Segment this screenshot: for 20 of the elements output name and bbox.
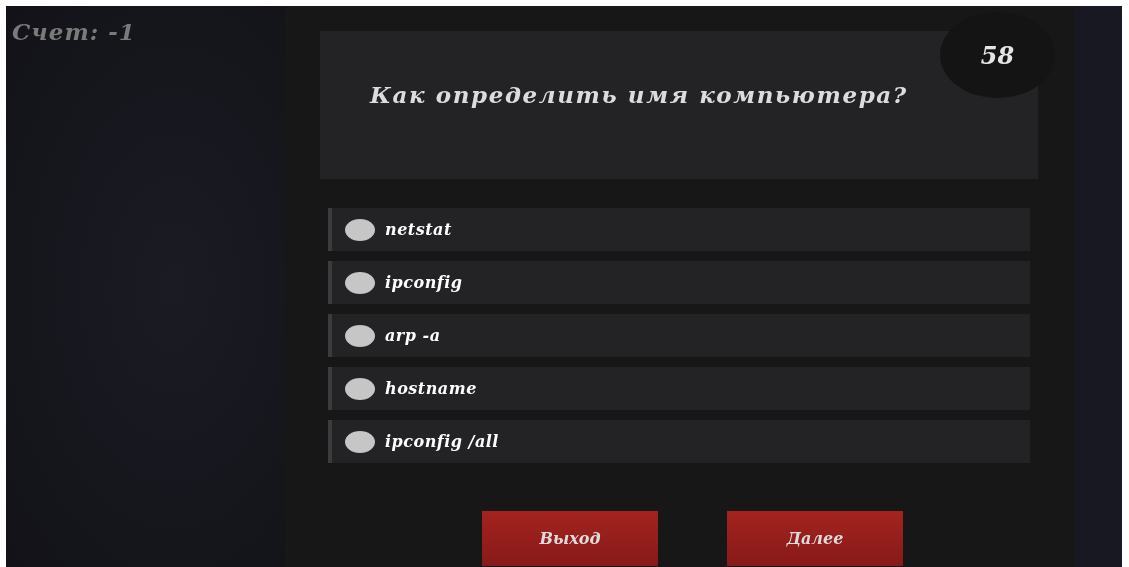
radio-button[interactable] — [345, 377, 375, 400]
radio-button[interactable] — [345, 271, 375, 294]
timer-badge: 58 — [940, 12, 1055, 98]
answer-option[interactable]: hostname — [328, 367, 1030, 410]
radio-button[interactable] — [345, 324, 375, 347]
question-text: Как определить имя компьютера? — [370, 80, 908, 108]
option-label: netstat — [385, 220, 452, 239]
option-label: arp -a — [385, 326, 441, 345]
answer-option[interactable]: ipconfig — [328, 261, 1030, 304]
radio-button[interactable] — [345, 218, 375, 241]
next-button[interactable]: Далее — [727, 511, 903, 566]
option-label: ipconfig /all — [385, 432, 499, 451]
answer-option[interactable]: ipconfig /all — [328, 420, 1030, 463]
radio-button[interactable] — [345, 430, 375, 453]
answer-option[interactable]: arp -a — [328, 314, 1030, 357]
score-label: Счет: -1 — [12, 18, 136, 45]
exit-button[interactable]: Выход — [482, 511, 658, 566]
option-label: ipconfig — [385, 273, 463, 292]
answer-option[interactable]: netstat — [328, 208, 1030, 251]
option-label: hostname — [385, 379, 477, 398]
